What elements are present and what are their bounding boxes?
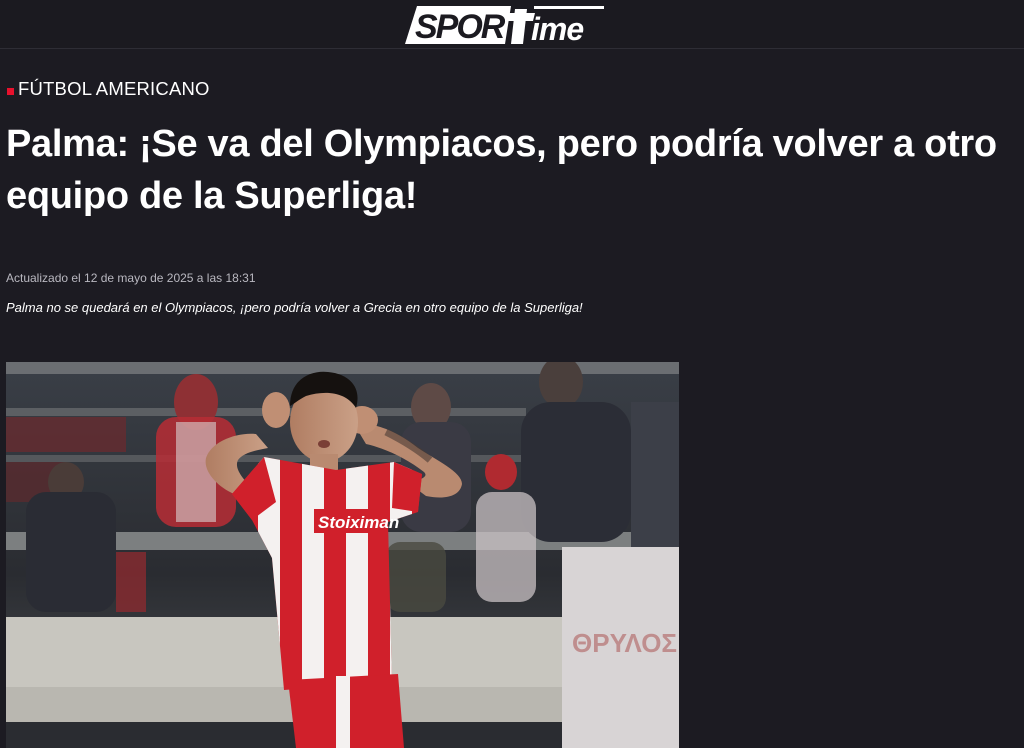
article-hero-image: ΘΡΥΛΟΣ Stoiximan [6, 362, 679, 748]
article-summary: Palma no se quedará en el Olympiacos, ¡p… [6, 300, 583, 315]
football-player-photo: ΘΡΥΛΟΣ Stoiximan [6, 362, 679, 748]
jersey-sponsor-text: Stoiximan [318, 513, 399, 532]
site-logo[interactable]: SPORTime SPOR ime [403, 3, 605, 47]
category-marker-icon [7, 87, 14, 95]
article-title: Palma: ¡Se va del Olympiacos, pero podrí… [6, 123, 997, 217]
svg-text:SPOR: SPOR [415, 8, 506, 46]
svg-text:ΘΡΥΛΟΣ: ΘΡΥΛΟΣ [572, 628, 677, 658]
sportime-logo-icon: SPOR ime [405, 6, 604, 47]
site-header: SPORTime SPOR ime [0, 0, 1024, 49]
article-updated-date: Actualizado el 12 de mayo de 2025 a las … [6, 271, 256, 285]
category-label: FÚTBOL AMERICANO [18, 78, 210, 99]
article-category[interactable]: FÚTBOL AMERICANO [7, 77, 210, 101]
svg-text:ime: ime [531, 11, 583, 47]
